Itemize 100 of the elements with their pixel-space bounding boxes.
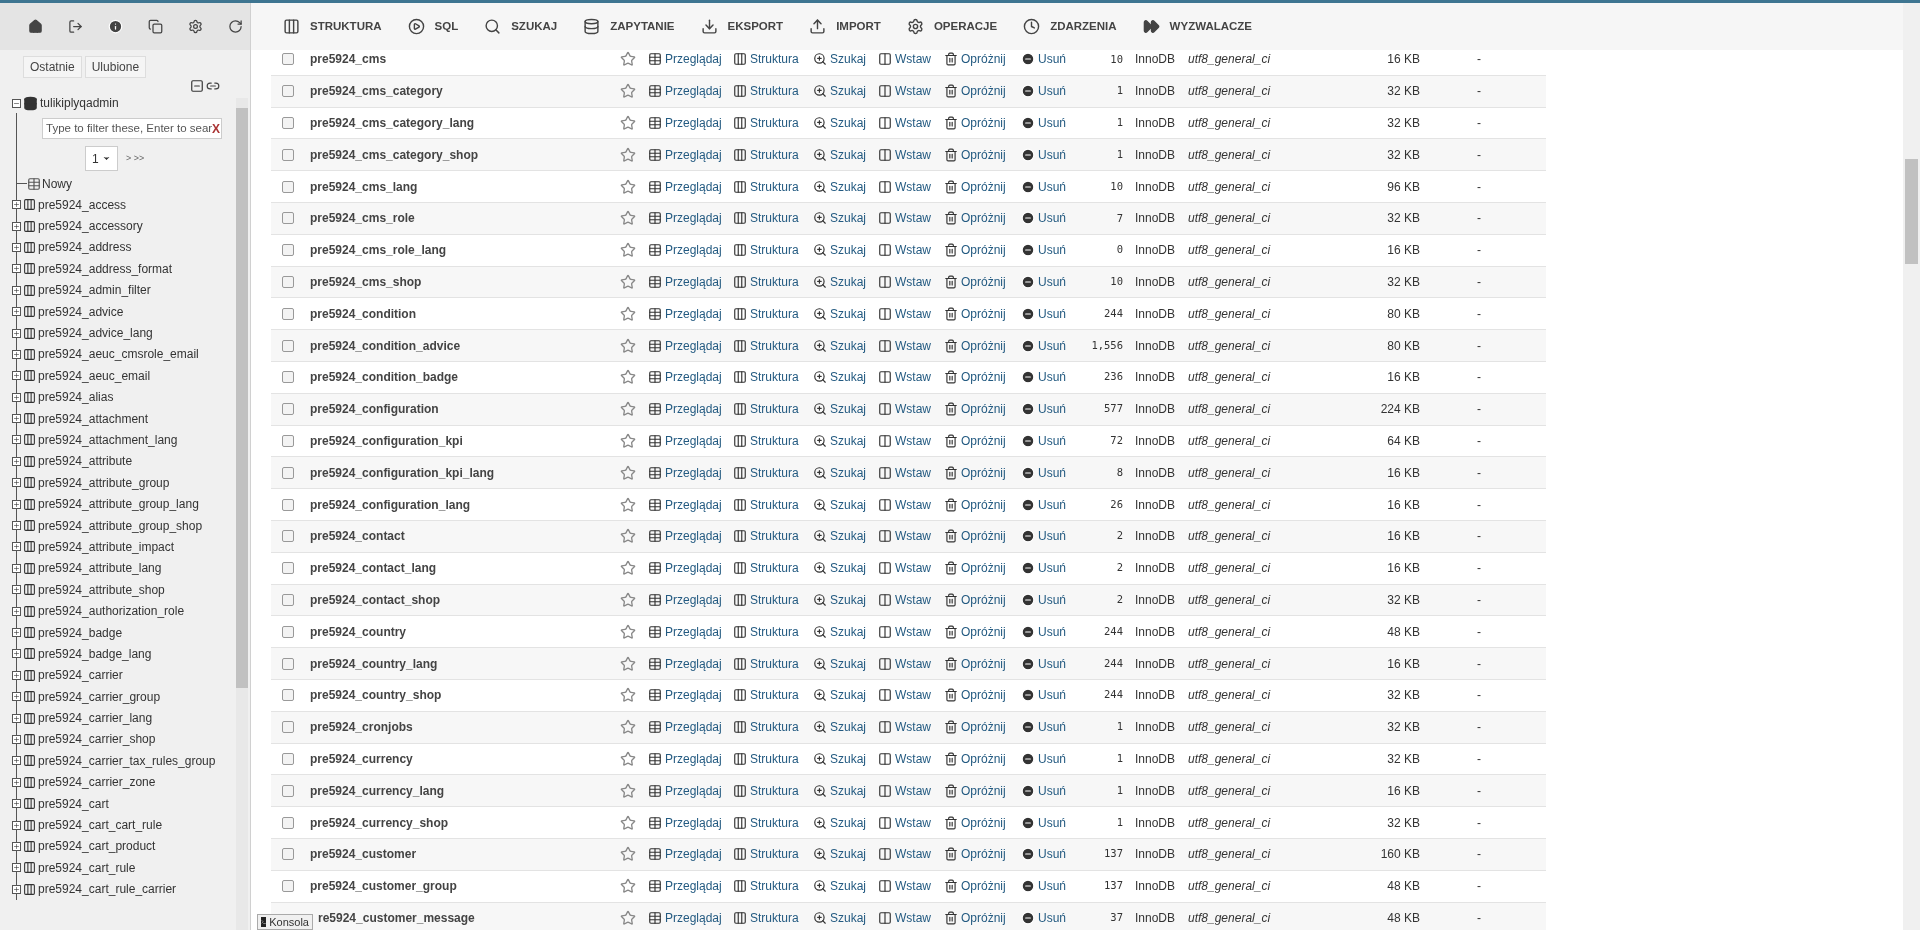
action-link[interactable]: Szukaj (813, 82, 878, 101)
table-structure-icon[interactable] (23, 732, 36, 746)
table-link[interactable]: pre5924_attribute_group (38, 473, 170, 492)
table-link[interactable]: pre5924_carrier (38, 666, 123, 685)
action-link[interactable]: Struktura (733, 272, 813, 291)
action-link[interactable]: Usuń (1021, 686, 1081, 705)
star-icon[interactable] (620, 560, 636, 577)
tree-toggle-icon[interactable] (12, 328, 21, 338)
action-link[interactable]: Usuń (1021, 654, 1081, 673)
tree-toggle-icon[interactable] (12, 285, 21, 295)
table-structure-icon[interactable] (23, 262, 36, 276)
nav-tab[interactable]: WYZWALACZE (1140, 11, 1254, 42)
page-select[interactable]: 1 (85, 146, 118, 171)
action-link[interactable]: Przeglądaj (648, 400, 733, 419)
action-link[interactable]: Usuń (1021, 749, 1081, 768)
tree-toggle-icon[interactable] (12, 692, 21, 702)
new-table-icon[interactable] (27, 176, 41, 191)
table-name-link[interactable]: pre5924_contact (310, 529, 405, 544)
table-name-link[interactable]: pre5924_contact_shop (310, 592, 441, 607)
tree-toggle-icon[interactable] (12, 349, 21, 359)
action-link[interactable]: Opróżnij (944, 336, 1021, 355)
star-icon[interactable] (620, 210, 636, 227)
action-link[interactable]: Usuń (1021, 813, 1081, 832)
tree-toggle-icon[interactable] (12, 734, 21, 744)
scrollbar[interactable] (1903, 3, 1920, 930)
table-structure-icon[interactable] (23, 818, 36, 832)
action-link[interactable]: Przeglądaj (648, 559, 733, 578)
table-link[interactable]: pre5924_carrier_lang (38, 709, 153, 728)
row-checkbox[interactable] (282, 148, 294, 161)
table-structure-icon[interactable] (23, 583, 36, 597)
action-link[interactable]: Przeglądaj (648, 654, 733, 673)
tree-toggle-icon[interactable] (12, 98, 21, 108)
table-link[interactable]: pre5924_attribute_shop (38, 580, 165, 599)
action-link[interactable]: Struktura (733, 304, 813, 323)
table-link[interactable]: pre5924_cart_product (38, 837, 156, 856)
action-link[interactable]: Szukaj (813, 654, 878, 673)
info-icon[interactable] (108, 19, 123, 34)
action-link[interactable]: Przeglądaj (648, 272, 733, 291)
row-checkbox[interactable] (282, 880, 294, 893)
row-checkbox[interactable] (282, 752, 294, 765)
action-link[interactable]: Przeglądaj (648, 813, 733, 832)
logout-icon[interactable] (68, 19, 83, 34)
action-link[interactable]: Szukaj (813, 590, 878, 609)
table-link[interactable]: pre5924_carrier_shop (38, 730, 156, 749)
action-link[interactable]: Wstaw (878, 241, 944, 260)
action-link[interactable]: Opróżnij (944, 50, 1021, 69)
action-link[interactable]: Szukaj (813, 336, 878, 355)
action-link[interactable]: Przeglądaj (648, 304, 733, 323)
table-name-link[interactable]: pre5924_cms_lang (310, 179, 418, 194)
action-link[interactable]: Usuń (1021, 241, 1081, 260)
action-link[interactable]: Szukaj (813, 272, 878, 291)
action-link[interactable]: Szukaj (813, 400, 878, 419)
star-icon[interactable] (620, 242, 636, 259)
table-structure-icon[interactable] (23, 839, 36, 853)
action-link[interactable]: Opróżnij (944, 82, 1021, 101)
action-link[interactable]: Szukaj (813, 718, 878, 737)
table-name-link[interactable]: pre5924_condition_advice (310, 338, 461, 353)
table-link[interactable]: pre5924_carrier_group (38, 687, 161, 706)
tree-toggle-icon[interactable] (12, 499, 21, 509)
row-checkbox[interactable] (282, 85, 294, 98)
action-link[interactable]: Usuń (1021, 908, 1081, 927)
row-checkbox[interactable] (282, 816, 294, 829)
action-link[interactable]: Struktura (733, 781, 813, 800)
action-link[interactable]: Opróżnij (944, 495, 1021, 514)
action-link[interactable]: Usuń (1021, 559, 1081, 578)
action-link[interactable]: Usuń (1021, 336, 1081, 355)
action-link[interactable]: Wstaw (878, 813, 944, 832)
action-link[interactable]: Szukaj (813, 622, 878, 641)
table-link[interactable]: pre5924_accessory (38, 217, 143, 236)
row-checkbox[interactable] (282, 530, 294, 543)
table-name-link[interactable]: pre5924_configuration_kpi_lang (310, 465, 495, 480)
action-link[interactable]: Opróżnij (944, 177, 1021, 196)
action-link[interactable]: Wstaw (878, 368, 944, 387)
table-name-link[interactable]: pre5924_contact_lang (310, 561, 437, 576)
row-checkbox[interactable] (282, 53, 294, 66)
tree-toggle-icon[interactable] (12, 435, 21, 445)
star-icon[interactable] (620, 146, 636, 163)
action-link[interactable]: Opróżnij (944, 813, 1021, 832)
action-link[interactable]: Wstaw (878, 114, 944, 132)
table-structure-icon[interactable] (23, 561, 36, 575)
row-checkbox[interactable] (282, 339, 294, 352)
action-link[interactable]: Struktura (733, 209, 813, 228)
action-link[interactable]: Przeglądaj (648, 845, 733, 864)
action-link[interactable]: Struktura (733, 877, 813, 896)
star-icon[interactable] (620, 401, 636, 418)
star-icon[interactable] (620, 83, 636, 100)
sidebar-tab[interactable]: Ulubione (84, 56, 147, 78)
action-link[interactable]: Usuń (1021, 527, 1081, 546)
action-link[interactable]: Struktura (733, 145, 813, 164)
action-link[interactable]: Wstaw (878, 877, 944, 896)
action-link[interactable]: Wstaw (878, 686, 944, 705)
tree-toggle-icon[interactable] (12, 456, 21, 466)
row-checkbox[interactable] (282, 625, 294, 638)
action-link[interactable]: Opróżnij (944, 781, 1021, 800)
action-link[interactable]: Opróżnij (944, 368, 1021, 387)
action-link[interactable]: Szukaj (813, 527, 878, 546)
action-link[interactable]: Wstaw (878, 50, 944, 69)
action-link[interactable]: Przeglądaj (648, 145, 733, 164)
table-name-link[interactable]: pre5924_country_shop (310, 688, 442, 703)
table-name-link[interactable]: pre5924_cms_category_lang (310, 116, 475, 130)
